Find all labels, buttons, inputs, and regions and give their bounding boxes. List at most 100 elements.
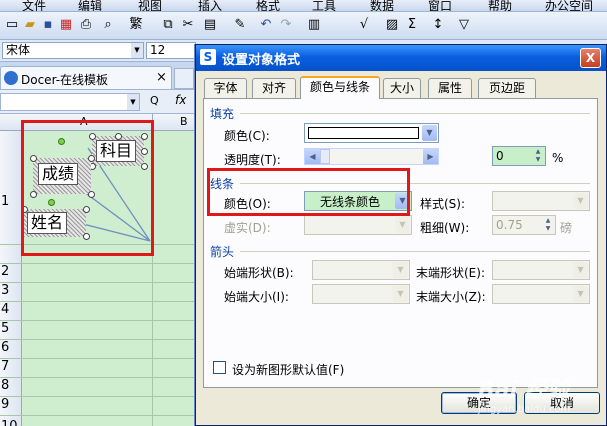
dialog-title: 设置对象格式: [222, 53, 301, 68]
set-default-label: 设为新图形默认值(F): [232, 363, 345, 377]
traditional-chinese-icon[interactable]: 繁: [128, 17, 144, 33]
chevron-down-icon: ▼: [393, 286, 408, 302]
dash-select[interactable]: ▼: [304, 215, 412, 235]
close-button[interactable]: X: [580, 48, 601, 68]
chevron-down-icon: ▼: [422, 125, 437, 141]
tab-properties[interactable]: 属性: [428, 78, 472, 98]
menu-data[interactable]: 数据: [370, 0, 394, 11]
tab-workbook[interactable]: [174, 68, 194, 89]
begin-style-select[interactable]: ▼: [312, 260, 410, 280]
highlight-cell-a1: [21, 120, 154, 256]
insert-function-icon[interactable]: √: [356, 17, 372, 33]
spin-buttons[interactable]: ▲ ▼: [532, 148, 544, 164]
undo-icon[interactable]: ↶: [258, 17, 274, 33]
menu-bar: 文件 编辑 视图 插入 格式 工具 数据 窗口 帮助 办公空间: [0, 0, 607, 12]
chevron-right-icon[interactable]: ▶: [423, 149, 438, 164]
section-fill: 填充: [210, 107, 235, 121]
formula-bar: ▼ Q fx: [0, 90, 200, 114]
end-style-select[interactable]: ▼: [492, 260, 590, 280]
colors-and-lines-panel: 填充 颜色(C): ▼ 透明度(T): ◀ ▶ 0 ▲ ▼ % 线条 颜色(O):…: [203, 98, 598, 388]
transparency-slider[interactable]: ◀ ▶: [304, 148, 439, 165]
export-pdf-icon[interactable]: ▦: [58, 17, 74, 33]
line-style-select[interactable]: ▼: [492, 191, 590, 211]
watermark-text: Bai 经验: [478, 378, 569, 403]
transparency-label: 透明度(T):: [224, 153, 281, 167]
close-icon[interactable]: ×: [156, 70, 167, 85]
print-icon[interactable]: ⎙: [78, 17, 94, 33]
fill-color-label: 颜色(C):: [224, 129, 270, 143]
weight-unit: 磅: [560, 221, 573, 235]
tab-colors-and-lines[interactable]: 颜色与线条: [300, 76, 380, 99]
transparency-spinner[interactable]: 0 ▲ ▼: [492, 146, 546, 166]
zoom-icon[interactable]: Q: [150, 94, 159, 107]
redo-icon[interactable]: ↷: [278, 17, 294, 33]
tab-size[interactable]: 大小: [383, 78, 421, 98]
highlight-line-color: [207, 168, 410, 216]
menu-office-space[interactable]: 办公空间: [545, 0, 593, 11]
set-default-checkbox[interactable]: [213, 361, 226, 374]
format-object-dialog: S 设置对象格式 X 字体 对齐 颜色与线条 大小 属性 页边距 填充 颜色(C…: [195, 44, 607, 426]
end-size-select[interactable]: ▼: [492, 284, 590, 304]
dialog-titlebar[interactable]: S 设置对象格式 X: [196, 45, 606, 71]
begin-size-label: 始端大小(I):: [224, 290, 289, 304]
tab-margins[interactable]: 页边距: [478, 78, 536, 98]
open-folder-icon[interactable]: ▰: [22, 17, 38, 33]
print-preview-icon[interactable]: ⌕: [100, 17, 116, 33]
spin-buttons[interactable]: ▲ ▼: [542, 217, 554, 233]
end-size-label: 末端大小(Z):: [416, 290, 486, 304]
font-name-value: 宋体: [6, 43, 31, 57]
chevron-down-icon: ▼: [393, 262, 408, 278]
menu-window[interactable]: 窗口: [428, 0, 452, 11]
weight-spinner[interactable]: 0.75 ▲ ▼: [492, 215, 556, 235]
save-icon[interactable]: ▪: [40, 17, 56, 33]
menu-view[interactable]: 视图: [138, 0, 162, 11]
chevron-down-icon: ▼: [573, 262, 588, 278]
name-box[interactable]: ▼: [0, 93, 140, 111]
font-size-value: 12: [150, 43, 166, 57]
filter-icon[interactable]: ▽: [456, 17, 472, 33]
cut-icon[interactable]: ✂: [180, 17, 196, 33]
font-size-select[interactable]: 12: [146, 42, 196, 59]
wps-s-logo-icon: S: [200, 49, 216, 65]
weight-value: 0.75: [496, 218, 523, 232]
new-file-icon[interactable]: ▭: [4, 17, 20, 33]
sort-icon[interactable]: ↕: [430, 17, 446, 33]
tab-alignment[interactable]: 对齐: [252, 78, 296, 98]
chevron-down-icon: ▼: [573, 286, 588, 302]
baidu-watermark: Bai 经验 jingyan.baidu.com: [478, 372, 570, 415]
line-style-label: 样式(S):: [420, 197, 466, 211]
document-tab-bar: Docer-在线模板 ×: [0, 62, 200, 90]
chevron-down-icon: ▼: [395, 217, 410, 233]
menu-format[interactable]: 格式: [256, 0, 280, 11]
font-name-select[interactable]: 宋体 ▼: [2, 42, 144, 59]
tab-docer-templates[interactable]: Docer-在线模板 ×: [0, 66, 172, 89]
copy-icon[interactable]: ⧉: [160, 17, 176, 33]
fill-color-select[interactable]: ▼: [304, 123, 439, 143]
paste-icon[interactable]: ▤: [202, 17, 218, 33]
insert-function-fx-icon[interactable]: fx: [175, 93, 186, 107]
end-style-label: 末端形状(E):: [416, 266, 485, 280]
row-column-icon[interactable]: ▥: [306, 17, 322, 33]
chevron-down-icon: ▼: [131, 43, 143, 58]
autosum-icon[interactable]: Σ: [404, 17, 420, 33]
begin-size-select[interactable]: ▼: [312, 284, 410, 304]
fill-color-swatch: [308, 127, 419, 139]
docer-logo-icon: [4, 71, 18, 85]
menu-edit[interactable]: 编辑: [78, 0, 102, 11]
menu-tools[interactable]: 工具: [312, 0, 336, 11]
format-painter-icon[interactable]: ✎: [232, 17, 248, 33]
menu-insert[interactable]: 插入: [198, 0, 222, 11]
begin-style-label: 始端形状(B):: [224, 266, 294, 280]
dash-label: 虚实(D):: [224, 221, 271, 235]
chart-icon[interactable]: ▨: [384, 17, 400, 33]
menu-help[interactable]: 帮助: [488, 0, 512, 11]
slider-thumb[interactable]: [320, 149, 330, 164]
section-arrows: 箭头: [210, 245, 235, 259]
menu-file[interactable]: 文件: [22, 0, 46, 11]
chevron-left-icon[interactable]: ◀: [305, 149, 320, 164]
tab-font[interactable]: 字体: [204, 78, 247, 98]
chevron-down-icon: ▼: [127, 94, 139, 110]
transparency-unit: %: [552, 151, 564, 165]
tab-docer-label: Docer-在线模板: [21, 73, 109, 87]
weight-label: 粗细(W):: [420, 221, 470, 235]
